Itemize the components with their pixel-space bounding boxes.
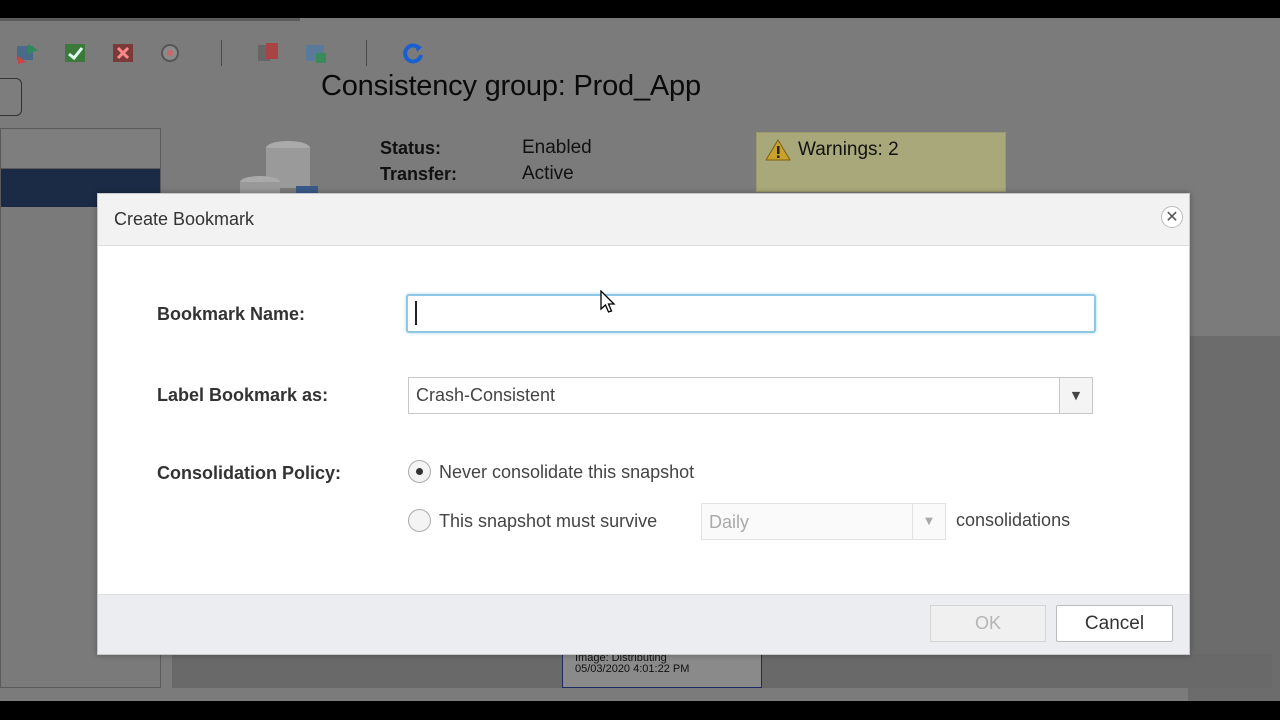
page-title: Consistency group: Prod_App — [321, 70, 701, 102]
title-strip — [0, 18, 300, 21]
transfer-label: Transfer: — [380, 164, 458, 184]
copy-icon[interactable] — [255, 40, 283, 66]
app-window: Consistency group: Prod_App Status: Enab… — [0, 18, 1280, 701]
replicate-icon[interactable] — [303, 40, 331, 66]
mouse-pointer-icon — [600, 289, 618, 316]
cancel-button[interactable]: Cancel — [1056, 605, 1173, 642]
database-icon — [238, 140, 318, 200]
label-bookmark-select[interactable]: Crash-Consistent ▼ — [408, 377, 1093, 414]
status-label: Status: — [380, 138, 442, 158]
dialog-footer: OK Cancel — [98, 594, 1189, 654]
image-status-label: Image: Distributing 05/03/2020 4:01:22 P… — [562, 653, 762, 688]
dialog-title: Create Bookmark — [114, 209, 255, 229]
bookmark-name-label: Bookmark Name: — [157, 304, 306, 324]
warnings-badge[interactable]: Warnings: 2 — [756, 132, 1006, 192]
text-caret — [415, 301, 417, 325]
toolbar-separator — [221, 40, 222, 66]
status-value: Enabled — [522, 137, 592, 158]
survive-frequency-value: Daily — [709, 512, 750, 532]
refresh-icon[interactable] — [399, 40, 427, 66]
consolidation-policy-label: Consolidation Policy: — [157, 463, 342, 483]
transfer-icon[interactable] — [14, 40, 42, 66]
chevron-down-icon: ▼ — [912, 504, 945, 539]
dialog-header: Create Bookmark ✕ — [98, 194, 1189, 246]
enable-icon[interactable] — [62, 40, 90, 66]
consolidations-suffix: consolidations — [956, 510, 1071, 530]
must-survive-radio[interactable] — [408, 509, 431, 532]
never-consolidate-label[interactable]: Never consolidate this snapshot — [439, 462, 694, 483]
ok-button[interactable]: OK — [930, 605, 1046, 642]
settings-icon[interactable] — [158, 40, 186, 66]
bookmark-name-input[interactable] — [406, 294, 1096, 333]
chevron-down-icon[interactable]: ▼ — [1059, 378, 1092, 413]
nav-header — [1, 129, 160, 169]
disable-icon[interactable] — [110, 40, 138, 66]
label-bookmark-as-label: Label Bookmark as: — [157, 385, 329, 405]
close-icon[interactable]: ✕ — [1161, 206, 1183, 228]
warning-icon — [765, 139, 791, 161]
warnings-text: Warnings: 2 — [798, 139, 899, 160]
image-status-line2: 05/03/2020 4:01:22 PM — [575, 663, 690, 675]
create-bookmark-dialog: Create Bookmark ✕ Bookmark Name: Label B… — [97, 193, 1190, 655]
toolbar-separator — [366, 40, 367, 66]
must-survive-label[interactable]: This snapshot must survive — [439, 511, 657, 532]
label-bookmark-select-value: Crash-Consistent — [416, 385, 556, 405]
survive-frequency-select: Daily ▼ — [701, 503, 946, 540]
never-consolidate-radio[interactable] — [408, 460, 431, 483]
right-panel — [1188, 336, 1280, 701]
transfer-value: Active — [522, 163, 574, 184]
left-search-box[interactable] — [0, 78, 22, 116]
